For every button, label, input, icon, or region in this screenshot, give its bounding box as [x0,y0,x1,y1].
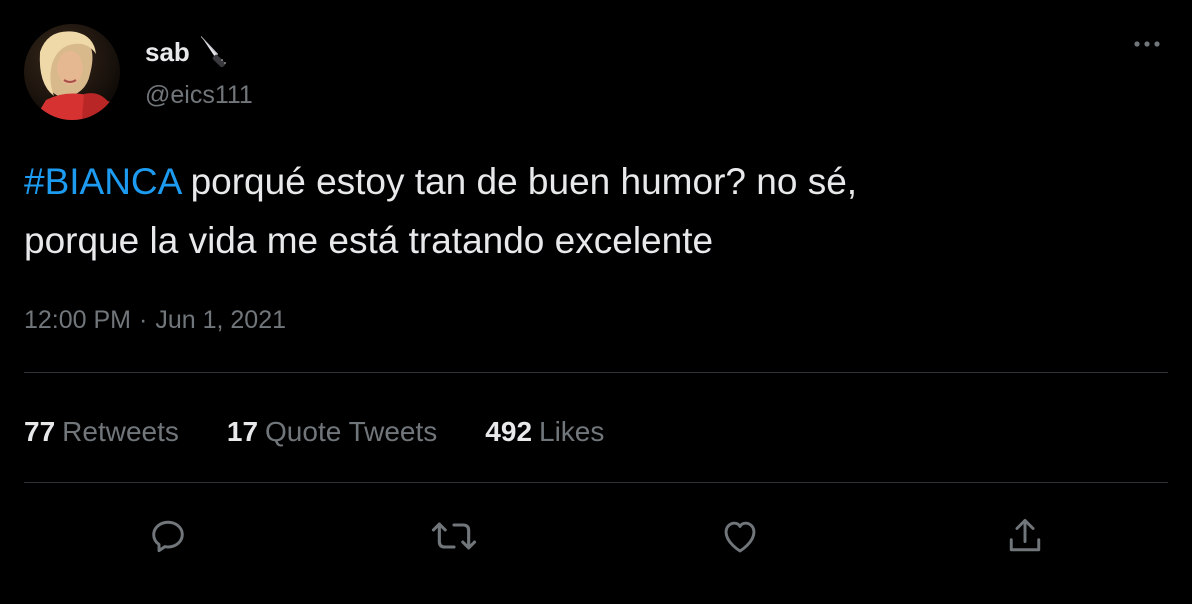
reply-icon [152,520,184,553]
reply-button[interactable] [140,508,196,564]
retweets-stat[interactable]: 77 Retweets [24,416,179,448]
share-icon [1009,518,1041,552]
tweet-meta: 12:00 PM · Jun 1, 2021 [24,306,286,335]
retweets-count: 77 [24,416,56,447]
heart-icon [724,521,756,553]
hashtag-link[interactable]: #BIANCA [24,161,180,202]
tweet-date[interactable]: Jun 1, 2021 [155,306,286,335]
like-button[interactable] [712,508,768,564]
retweet-icon [431,522,477,550]
more-options-button[interactable] [1125,28,1169,60]
knife-icon [198,33,230,72]
engagement-stats: 77 Retweets 17 Quote Tweets 492 Likes [24,412,652,452]
quote-tweets-stat[interactable]: 17 Quote Tweets [227,416,437,448]
divider-bottom [24,482,1168,483]
quote-tweets-label: Quote Tweets [265,416,438,447]
display-name[interactable]: sab [145,37,190,68]
divider-top [24,372,1168,373]
retweet-button[interactable] [426,508,482,564]
user-handle[interactable]: @eics111 [145,81,253,110]
tweet-card: sab @eics111 #BIANCA porqué estoy tan de… [0,0,1192,604]
action-bar [0,508,1192,564]
likes-label: Likes [539,416,605,447]
likes-stat[interactable]: 492 Likes [485,416,604,448]
likes-count: 492 [485,416,533,447]
ellipsis-icon [1134,41,1160,47]
tweet-text-line2: porque la vida me está tratando excelent… [24,220,714,261]
tweet-text: #BIANCA porqué estoy tan de buen humor? … [24,152,1154,270]
meta-separator: · [139,306,148,334]
retweets-label: Retweets [62,416,179,447]
avatar[interactable] [24,24,120,120]
tweet-time[interactable]: 12:00 PM [24,306,131,335]
display-name-row: sab [145,34,230,70]
avatar-image [24,24,120,120]
quote-tweets-count: 17 [226,416,259,447]
tweet-text-line1: porqué estoy tan de buen humor? no sé, [180,161,858,202]
share-button[interactable] [997,508,1053,564]
